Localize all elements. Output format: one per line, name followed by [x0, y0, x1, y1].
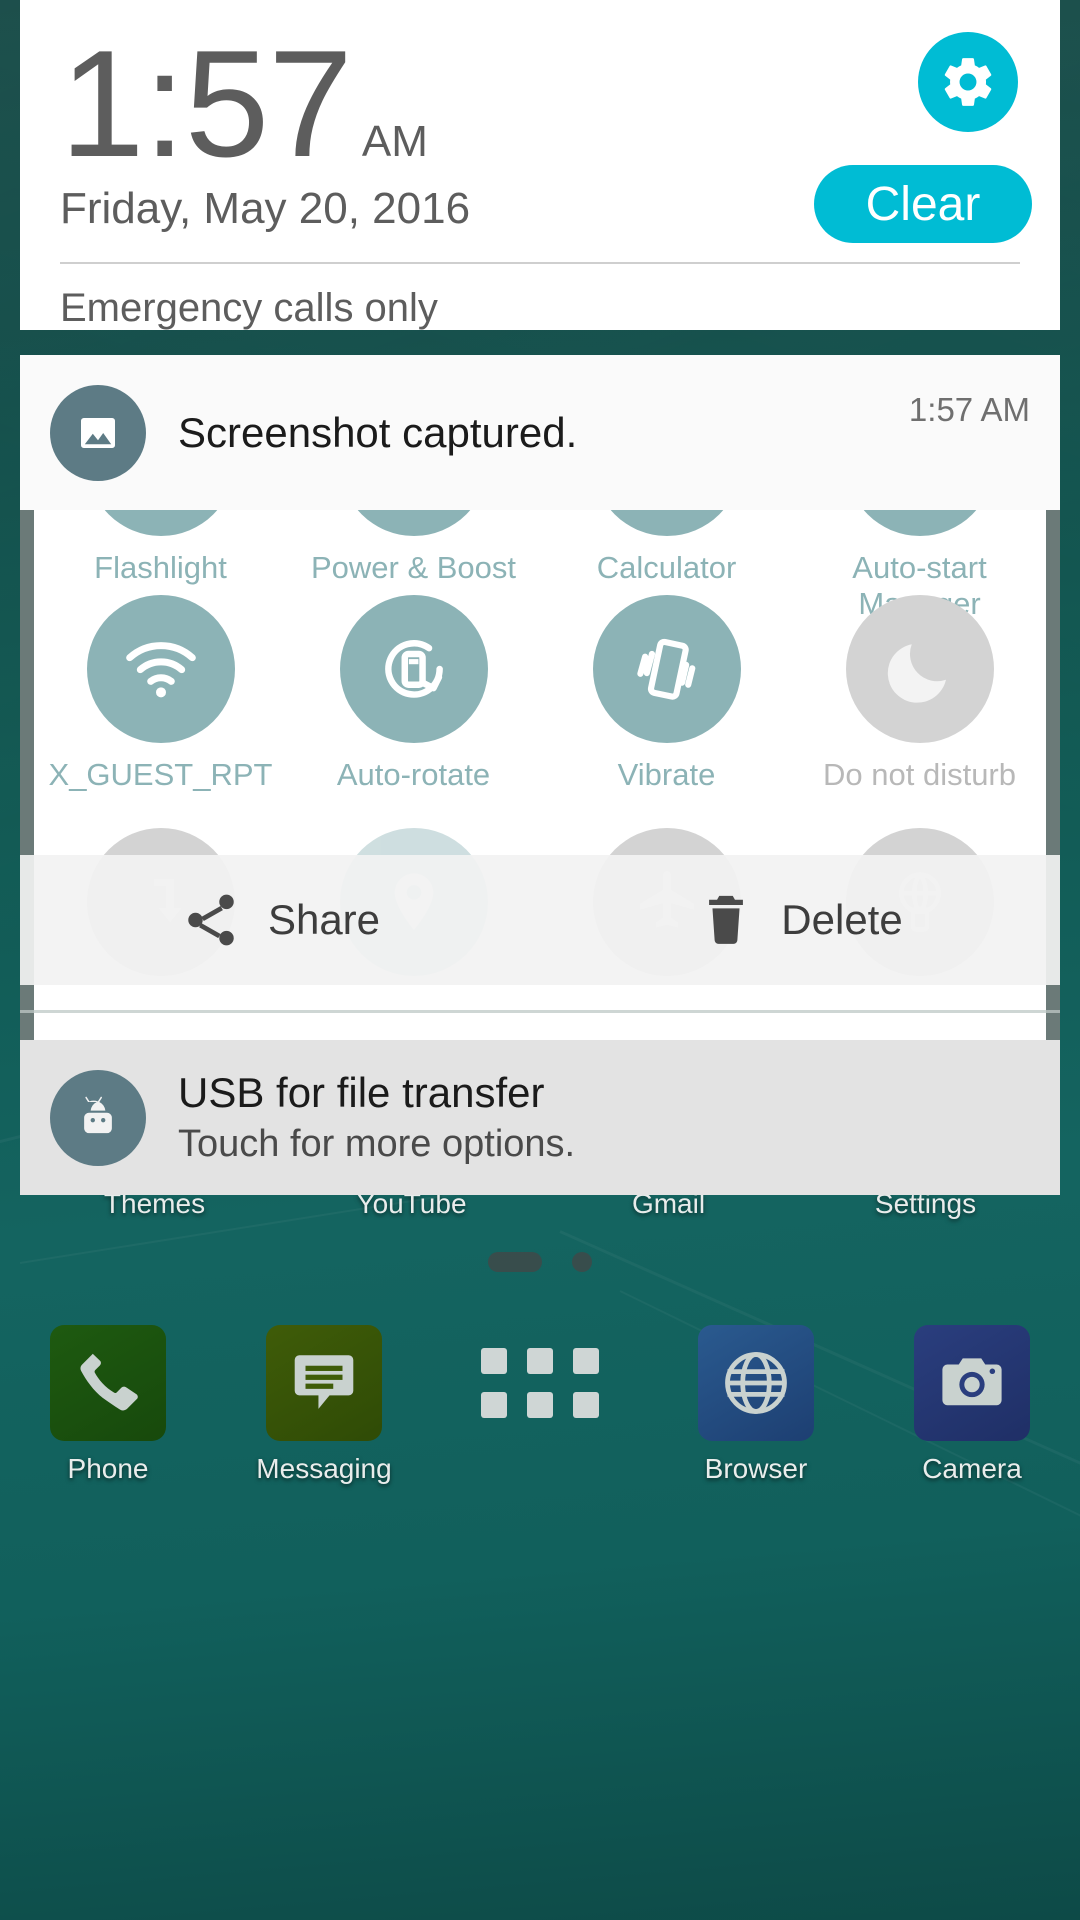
page-indicator	[0, 1252, 1080, 1272]
notification-subtitle: Touch for more options.	[178, 1123, 576, 1165]
app-drawer-icon	[481, 1348, 599, 1418]
shade-divider	[20, 1010, 1060, 1013]
clock-block: 1:57 AM	[60, 19, 1020, 189]
qs-tile-auto-rotate[interactable]: Auto-rotate	[287, 595, 540, 793]
vibrate-icon	[592, 595, 741, 743]
qs-tile-wifi[interactable]: X_GUEST_RPT	[34, 595, 287, 793]
qs-label: Do not disturb	[823, 757, 1016, 792]
gear-icon	[944, 58, 992, 106]
dock-item-messaging[interactable]: Messaging	[216, 1325, 432, 1485]
qs-label: Calculator	[596, 550, 737, 585]
trash-icon	[709, 895, 744, 944]
qs-tile-do-not-disturb[interactable]: Do not disturb	[793, 595, 1046, 793]
android-robot-icon	[50, 1069, 146, 1166]
dock-item-browser[interactable]: Browser	[648, 1325, 864, 1485]
message-icon	[266, 1325, 382, 1441]
page-dot-active[interactable]	[488, 1252, 542, 1272]
dock-item-app-drawer[interactable]	[432, 1325, 648, 1441]
settings-button[interactable]	[918, 32, 1018, 132]
clear-label: Clear	[865, 177, 981, 231]
notification-time: 1:57 AM	[908, 391, 1030, 428]
quick-settings-row-middle: X_GUEST_RPT Auto-rotate Vibrate Do not d…	[34, 595, 1046, 793]
qs-label: Vibrate	[617, 757, 716, 792]
qs-label: Flashlight	[94, 550, 227, 585]
globe-icon	[698, 1325, 814, 1441]
dock-label: Messaging	[256, 1453, 392, 1484]
delete-label: Delete	[781, 896, 903, 943]
notification-title: Screenshot captured.	[178, 408, 578, 456]
header-divider	[60, 262, 1020, 264]
auto-rotate-icon	[339, 595, 488, 743]
moon-icon	[845, 595, 994, 743]
dock-item-phone[interactable]: Phone	[0, 1325, 216, 1485]
image-icon	[50, 384, 146, 481]
dock: Phone Messaging Browser Camera	[0, 1325, 1080, 1485]
notification-body: USB for file transfer Touch for more opt…	[178, 1069, 1030, 1166]
screenshot-action-bar: Share Delete	[20, 855, 1060, 985]
phone-icon	[50, 1325, 166, 1441]
shade-header: 1:57 AM Friday, May 20, 2016 Emergency ca…	[20, 0, 1060, 330]
notification-screenshot[interactable]: Screenshot captured. 1:57 AM	[20, 355, 1060, 510]
notification-title: USB for file transfer	[178, 1069, 545, 1116]
qs-tile-vibrate[interactable]: Vibrate	[540, 595, 793, 793]
clock-time: 1:57	[60, 19, 353, 189]
dock-item-camera[interactable]: Camera	[864, 1325, 1080, 1485]
notification-usb[interactable]: USB for file transfer Touch for more opt…	[20, 1040, 1060, 1195]
qs-label: X_GUEST_RPT	[48, 757, 273, 792]
dock-label: Browser	[704, 1453, 808, 1484]
share-icon	[188, 894, 234, 946]
clear-button[interactable]: Clear	[814, 165, 1032, 243]
qs-label: Auto-rotate	[336, 757, 491, 792]
carrier-label: Emergency calls only	[60, 286, 438, 330]
wifi-icon	[86, 595, 235, 743]
qs-label: Power & Boost	[310, 550, 517, 585]
delete-button[interactable]: Delete	[540, 855, 1060, 985]
dock-label: Camera	[922, 1453, 1022, 1484]
share-button[interactable]: Share	[20, 855, 540, 985]
android-home-screen: Themes YouTube Gmail Settings Phone Mess…	[0, 0, 1080, 1920]
page-dot-inactive[interactable]	[572, 1252, 592, 1272]
camera-icon	[914, 1325, 1030, 1441]
share-label: Share	[267, 896, 381, 943]
dock-label: Phone	[67, 1453, 149, 1484]
notification-body: Screenshot captured.	[178, 409, 909, 457]
clock-ampm: AM	[361, 117, 428, 166]
